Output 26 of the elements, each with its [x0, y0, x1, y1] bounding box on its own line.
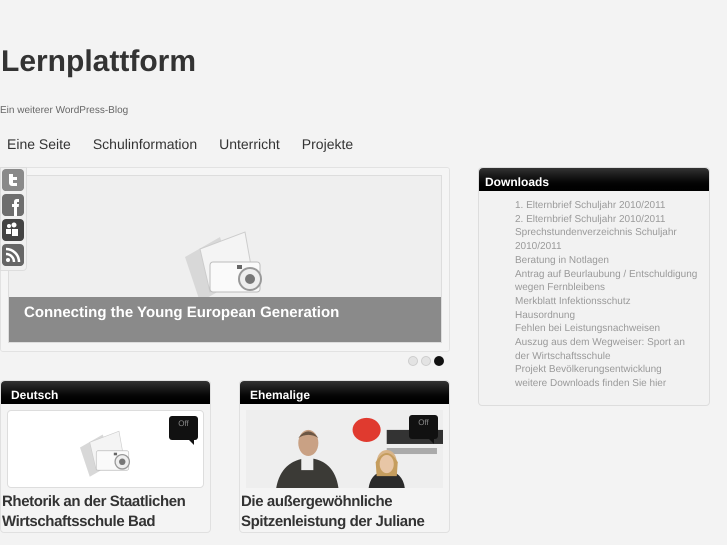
category-title[interactable]: Deutsch [11, 388, 58, 402]
people-icon[interactable] [2, 219, 24, 241]
download-link[interactable]: Beratung in Notlagen [515, 254, 609, 268]
panel-title: Downloads [485, 175, 550, 189]
post-title[interactable]: Rhetorik an der Staatlichen Wirtschaftsschule Bad [2, 492, 209, 532]
nav-link[interactable]: Unterricht [219, 135, 280, 153]
download-link[interactable]: Auszug aus dem Wegweiser: Sport an der Wirtschaftsschule [515, 336, 699, 364]
download-link[interactable]: Sprechstundenverzeichnis Schuljahr 2010/2011 [515, 226, 699, 254]
slide-caption[interactable]: Connecting the Young European Generation [24, 304, 340, 321]
nav-link[interactable]: Eine Seite [7, 135, 71, 153]
post-title[interactable]: Die außergewöhnliche Spitzenleistung der Juliane [241, 492, 448, 532]
nav-link[interactable]: Projekte [302, 135, 354, 153]
download-link[interactable]: Fehlen bei Leistungsnachweisen [515, 322, 660, 336]
download-link[interactable]: Projekt Bevölkerungsentwicklung [515, 363, 662, 378]
download-link[interactable]: 1. Elternbrief Schuljahr 2010/2011 [515, 199, 666, 213]
facebook-icon[interactable] [2, 194, 24, 216]
category-title[interactable]: Ehemalige [250, 388, 310, 402]
download-link[interactable]: Antrag auf Beurlaubung / Entschuldigung wegen Fernbleibens [515, 268, 699, 295]
site-tagline: Ein weiterer WordPress-Blog [0, 105, 128, 116]
download-link[interactable]: weitere Downloads finden Sie hier [515, 377, 666, 391]
download-link[interactable]: 2. Elternbrief Schuljahr 2010/2011 [515, 212, 666, 226]
nav-link[interactable]: Schulinformation [92, 135, 198, 153]
site-title[interactable]: Lernplattform [1, 44, 196, 80]
rss-icon[interactable] [2, 244, 24, 266]
download-link[interactable]: Hausordnung [515, 308, 576, 322]
download-link[interactable]: Merkblatt Infektionsschutz [515, 294, 631, 309]
